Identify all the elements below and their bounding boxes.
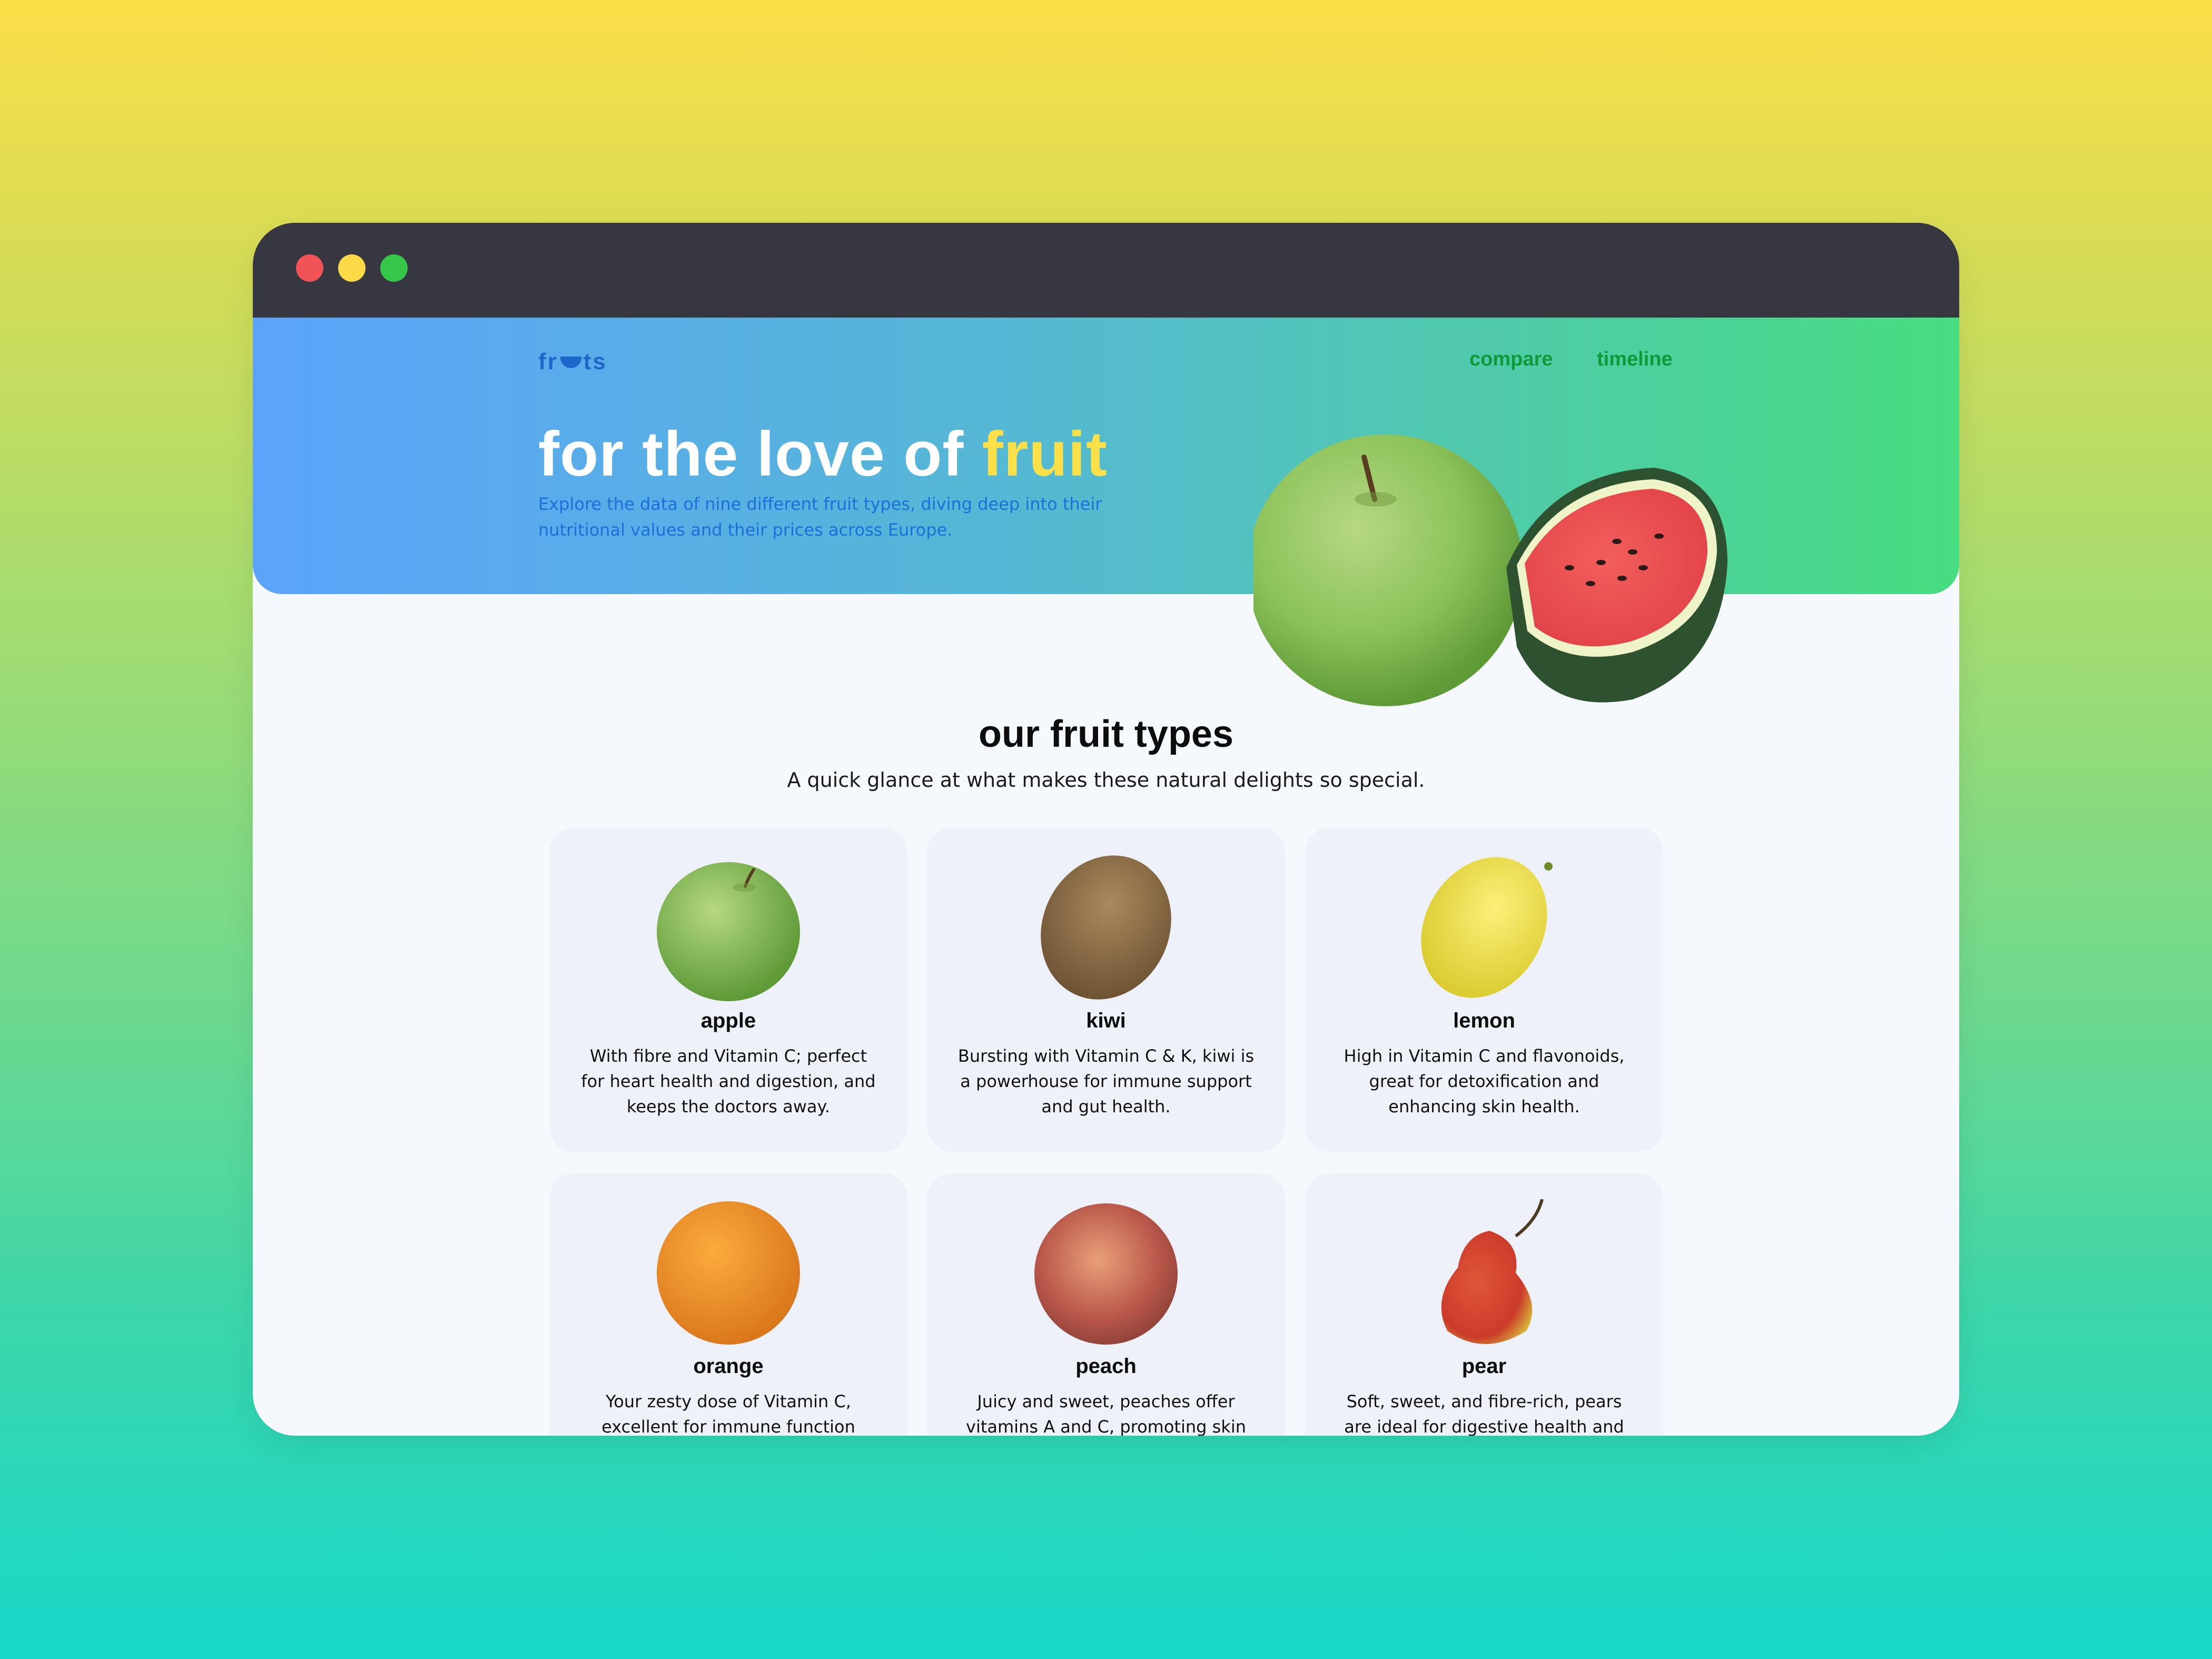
peach-icon (1034, 1203, 1178, 1345)
logo-text-right: ts (583, 349, 607, 374)
fruit-card-apple[interactable]: apple With fibre and Vitamin C; perfect … (549, 827, 907, 1152)
maximize-window-button[interactable] (380, 254, 408, 282)
window-titlebar (253, 223, 1959, 318)
hero-title: for the love of fruit (538, 418, 1108, 490)
nav-compare-link[interactable]: compare (1469, 348, 1553, 371)
fruit-card-kiwi[interactable]: kiwi Bursting with Vitamin C & K, kiwi i… (927, 827, 1285, 1152)
site-logo[interactable]: fr ts (538, 349, 607, 375)
fruit-card-orange[interactable]: orange Your zesty dose of Vitamin C, exc… (549, 1173, 907, 1436)
fruit-description: Bursting with Vitamin C & K, kiwi is a p… (957, 1046, 1255, 1117)
hero-title-main: for the love of (538, 419, 982, 489)
apple-icon (657, 862, 800, 1001)
fruit-name: apple (700, 1009, 756, 1032)
logo-smile-icon (560, 357, 581, 368)
close-window-button[interactable] (296, 254, 323, 282)
fruit-name: orange (693, 1355, 764, 1378)
hero-subtitle: Explore the data of nine different fruit… (538, 494, 1102, 540)
orange-icon (657, 1201, 800, 1345)
section-subtitle: A quick glance at what makes these natur… (787, 768, 1425, 792)
logo-text-left: fr (538, 349, 558, 374)
fruit-description: High in Vitamin C and flavonoids, great … (1344, 1046, 1625, 1117)
pear-icon (1441, 1199, 1544, 1344)
hero-title-accent: fruit (982, 419, 1108, 489)
fruit-name: pear (1461, 1355, 1507, 1378)
kiwi-icon (1041, 855, 1171, 1000)
fruit-name: kiwi (1086, 1009, 1126, 1032)
fruit-name: peach (1075, 1355, 1137, 1378)
lemon-icon (1421, 857, 1553, 998)
watermelon-icon (1506, 468, 1727, 703)
browser-window: fr ts compare timeline for the love of fr… (253, 223, 1959, 1436)
fruit-card-lemon[interactable]: lemon High in Vitamin C and flavonoids, … (1305, 827, 1663, 1152)
fruit-description: Juicy and sweet, peaches offer vitamins … (966, 1391, 1246, 1436)
minimize-window-button[interactable] (338, 254, 366, 282)
nav-timeline-link[interactable]: timeline (1597, 348, 1673, 371)
fruit-card-peach[interactable]: peach Juicy and sweet, peaches offer vit… (927, 1173, 1285, 1436)
fruit-description: Your zesty dose of Vitamin C, excellent … (601, 1391, 855, 1436)
fruit-name: lemon (1453, 1009, 1515, 1032)
fruit-card-pear[interactable]: pear Soft, sweet, and fibre-rich, pears … (1305, 1173, 1663, 1436)
hero-fruit-illustration (1253, 434, 1727, 706)
fruit-description: With fibre and Vitamin C; perfect for he… (581, 1046, 876, 1117)
apple-icon (1253, 434, 1523, 706)
section-title: our fruit types (978, 713, 1234, 755)
fruit-description: Soft, sweet, and fibre-rich, pears are i… (1344, 1391, 1624, 1436)
